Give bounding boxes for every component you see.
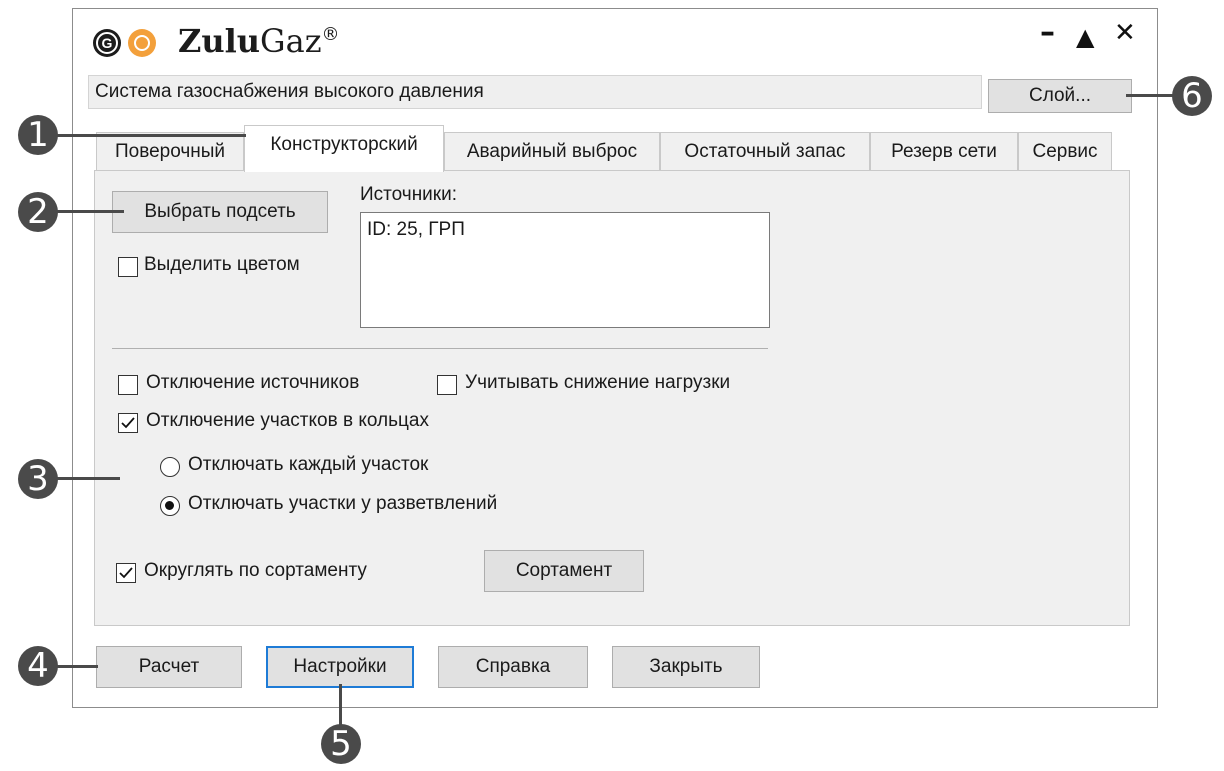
- help-button[interactable]: Справка: [438, 646, 588, 688]
- sources-list-item[interactable]: ID: 25, ГРП: [367, 219, 769, 241]
- disable-ring-sections-label: Отключение участков в кольцах: [146, 410, 429, 431]
- registered-mark: ®: [321, 24, 340, 45]
- close-button[interactable]: Закрыть: [612, 646, 760, 688]
- disable-sources-checkbox[interactable]: [118, 375, 138, 395]
- gaz-logo-icon: [128, 29, 156, 57]
- callout-1: 1: [18, 115, 58, 155]
- app-title: ZuluGaz®: [178, 22, 340, 60]
- zulu-g-logo-icon: G: [93, 29, 121, 57]
- callout-3: 3: [18, 459, 58, 499]
- callout-6: 6: [1172, 76, 1212, 116]
- load-reduction-checkbox[interactable]: [437, 375, 457, 395]
- tab-emergency-release[interactable]: Аварийный выброс: [444, 132, 660, 170]
- round-assortment-checkbox[interactable]: [116, 563, 136, 583]
- layer-button[interactable]: Слой...: [988, 79, 1132, 113]
- callout-3-line: [52, 477, 120, 480]
- callout-1-line: [52, 134, 246, 137]
- calculate-button[interactable]: Расчет: [96, 646, 242, 688]
- callout-2: 2: [18, 192, 58, 232]
- checkmark-icon: [119, 567, 133, 579]
- tab-design[interactable]: Конструкторский: [244, 125, 444, 172]
- callout-4-line: [52, 665, 98, 668]
- app-title-regular: Gaz: [260, 22, 322, 60]
- sources-label: Источники:: [360, 184, 458, 205]
- settings-button[interactable]: Настройки: [266, 646, 414, 688]
- round-assortment-label: Округлять по сортаменту: [144, 560, 367, 581]
- assortment-button[interactable]: Сортамент: [484, 550, 644, 592]
- each-section-label: Отключать каждый участок: [188, 454, 429, 475]
- maximize-button[interactable]: ▲: [1076, 22, 1094, 52]
- select-subnet-button[interactable]: Выбрать подсеть: [112, 191, 328, 233]
- callout-6-line: [1126, 94, 1178, 97]
- callout-2-line: [52, 210, 124, 213]
- branch-sections-radio[interactable]: [160, 496, 180, 516]
- disable-ring-sections-checkbox[interactable]: [118, 413, 138, 433]
- sources-listbox[interactable]: ID: 25, ГРП: [360, 212, 770, 328]
- each-section-radio[interactable]: [160, 457, 180, 477]
- app-title-bold: Zulu: [178, 22, 261, 60]
- highlight-color-label: Выделить цветом: [144, 254, 300, 275]
- system-name-field[interactable]: Система газоснабжения высокого давления: [88, 75, 982, 109]
- callout-4: 4: [18, 646, 58, 686]
- minimize-button[interactable]: –: [1040, 18, 1055, 48]
- tab-residual-reserve[interactable]: Остаточный запас: [660, 132, 870, 170]
- checkmark-icon: [121, 417, 135, 429]
- tab-network-reserve[interactable]: Резерв сети: [870, 132, 1018, 170]
- callout-5: 5: [321, 724, 361, 764]
- tab-verification[interactable]: Поверочный: [96, 132, 244, 170]
- panel-separator: [112, 348, 768, 349]
- disable-sources-label: Отключение источников: [146, 372, 360, 393]
- branch-sections-label: Отключать участки у разветвлений: [188, 493, 498, 514]
- load-reduction-label: Учитывать снижение нагрузки: [465, 372, 731, 393]
- tab-service[interactable]: Сервис: [1018, 132, 1112, 170]
- highlight-color-checkbox[interactable]: [118, 257, 138, 277]
- close-window-button[interactable]: ✕: [1114, 18, 1136, 48]
- callout-5-line: [339, 684, 342, 726]
- logo-letter: G: [101, 35, 113, 51]
